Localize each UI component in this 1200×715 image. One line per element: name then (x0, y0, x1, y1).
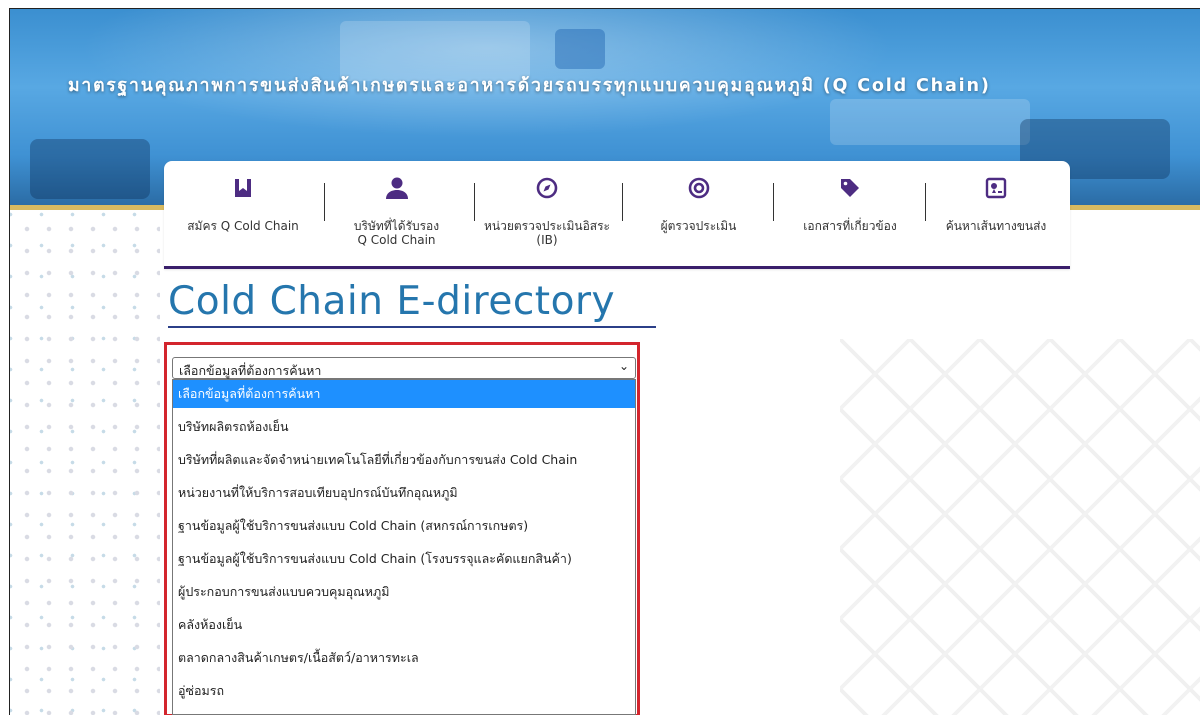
dropdown-option[interactable]: หน่วยงานที่ให้บริการสอบเทียบอุปกรณ์บันทึ… (173, 479, 635, 507)
nav-item-documents[interactable]: เอกสารที่เกี่ยวข้อง (776, 161, 924, 266)
nav-item-inspection-bodies[interactable]: หน่วยตรวจประเมินอิสระ (IB) (472, 161, 622, 266)
nav-label: เอกสารที่เกี่ยวข้อง (803, 219, 897, 233)
nav-label: ผู้ตรวจประเมิน (660, 219, 737, 233)
nav-label: หน่วยตรวจประเมินอิสระ (IB) (483, 219, 611, 247)
nav-label: บริษัทที่ได้รับรอง Q Cold Chain (353, 219, 440, 247)
map-location-icon (985, 177, 1007, 202)
select-value: เลือกข้อมูลที่ต้องการค้นหา (179, 363, 322, 378)
tag-icon (839, 177, 861, 202)
dropdown-list: เลือกข้อมูลที่ต้องการค้นหา บริษัทผลิตรถห… (172, 379, 636, 715)
page-frame: มาตรฐานคุณภาพการขนส่งสินค้าเกษตรและอาหาร… (9, 8, 1200, 715)
nav-separator (773, 183, 774, 221)
main-nav: สมัคร Q Cold Chain บริษัทที่ได้รับรอง Q … (164, 161, 1070, 269)
dropdown-option[interactable]: ตลาดกลางสินค้าเกษตร/เนื้อสัตว์/อาหารทะเล (173, 644, 635, 672)
nav-item-route-search[interactable]: ค้นหาเส้นทางขนส่ง (926, 161, 1066, 266)
nav-item-register[interactable]: สมัคร Q Cold Chain (168, 161, 318, 266)
compass-icon (536, 177, 558, 202)
dropdown-option[interactable]: ฐานข้อมูลผู้ใช้บริการขนส่งแบบ Cold Chain… (173, 545, 635, 573)
user-icon (385, 177, 409, 202)
nav-item-auditors[interactable]: ผู้ตรวจประเมิน (626, 161, 771, 266)
dropdown-option[interactable]: คลังห้องเย็น (173, 611, 635, 639)
dropdown-option[interactable]: บริษัทที่ผลิตและจัดจำหน่ายเทคโนโลยีที่เก… (173, 446, 635, 474)
site-title: มาตรฐานคุณภาพการขนส่งสินค้าเกษตรและอาหาร… (68, 76, 991, 96)
dropdown-option[interactable]: ฐานข้อมูลผู้ใช้บริการขนส่งแบบ Cold Chain… (173, 512, 635, 540)
dropdown-option[interactable]: บริษัทผลิตรถห้องเย็น (173, 413, 635, 441)
nav-separator (622, 183, 623, 221)
dropdown-option[interactable]: ผู้ประกอบการขนส่งแบบควบคุมอุณหภูมิ (173, 578, 635, 606)
dropdown-option[interactable]: เลือกข้อมูลที่ต้องการค้นหา (173, 380, 635, 408)
book-icon (232, 177, 254, 202)
nav-label: ค้นหาเส้นทางขนส่ง (945, 219, 1047, 233)
target-icon (688, 177, 710, 202)
page-title: Cold Chain E-directory (168, 279, 616, 324)
title-underline (168, 326, 656, 328)
decorative-dots (10, 210, 160, 715)
decorative-diamonds (840, 339, 1200, 715)
chevron-down-icon: ⌄ (618, 359, 629, 373)
nav-label: สมัคร Q Cold Chain (187, 219, 299, 233)
dropdown-option[interactable]: อู่ซ่อมรถ (173, 677, 635, 705)
search-category-select[interactable]: เลือกข้อมูลที่ต้องการค้นหา ⌄ (172, 357, 636, 379)
nav-item-certified-companies[interactable]: บริษัทที่ได้รับรอง Q Cold Chain (324, 161, 469, 266)
